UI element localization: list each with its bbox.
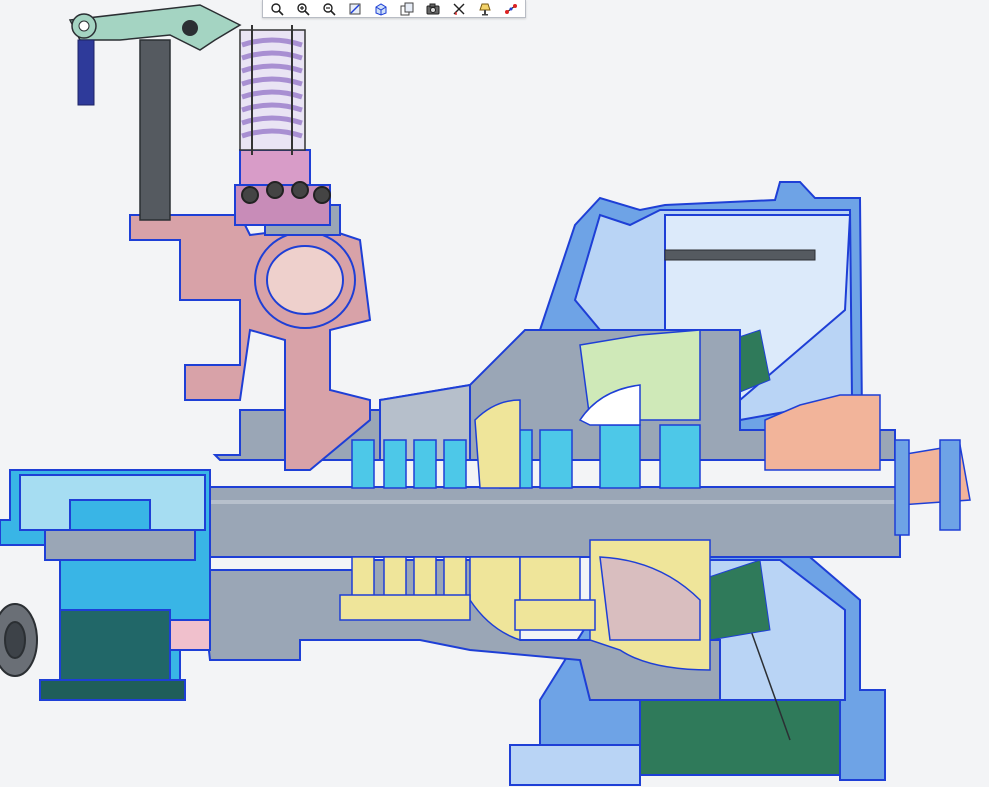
cube-view-icon: [375, 2, 387, 16]
cad-viewport[interactable]: [0, 0, 989, 787]
lighting-button[interactable]: [474, 1, 496, 17]
camera-icon: [426, 3, 440, 14]
zoom-in-button[interactable]: [292, 1, 314, 17]
front-bearing-housing: [0, 469, 211, 701]
node-link-icon: [505, 3, 517, 14]
pan-button[interactable]: [344, 1, 366, 17]
valve-spring: [239, 25, 306, 155]
section-cut-button[interactable]: [448, 1, 470, 17]
copy-view-icon: [400, 2, 414, 15]
section-cut-icon: [453, 3, 465, 15]
zoom-fit-icon: [271, 2, 284, 16]
connect-button[interactable]: [500, 1, 522, 17]
view-3d-button[interactable]: [370, 1, 392, 17]
zoom-fit-button[interactable]: [266, 1, 288, 17]
zoom-in-icon: [297, 2, 310, 16]
lamp-icon: [479, 3, 491, 15]
zoom-out-button[interactable]: [318, 1, 340, 17]
snapshot-button[interactable]: [422, 1, 444, 17]
pan-icon: [349, 3, 361, 14]
governor-lever: [68, 4, 242, 221]
zoom-out-icon: [323, 2, 336, 16]
copy-view-button[interactable]: [396, 1, 418, 17]
turbine-section-model[interactable]: [0, 0, 989, 787]
view-toolbar: [262, 0, 526, 18]
